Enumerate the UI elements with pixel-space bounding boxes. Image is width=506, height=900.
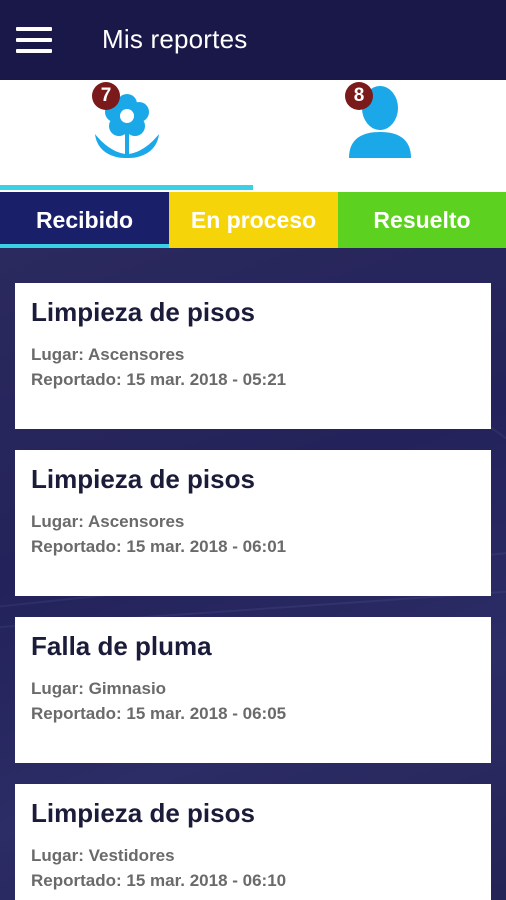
tab-en-proceso[interactable]: En proceso: [169, 192, 338, 248]
list-item[interactable]: Limpieza de pisos Lugar: Vestidores Repo…: [15, 784, 491, 900]
report-title: Limpieza de pisos: [31, 464, 255, 494]
tab-user[interactable]: 8: [253, 80, 506, 192]
menu-icon[interactable]: [16, 27, 52, 53]
notification-badge: 8: [345, 82, 373, 110]
report-date: Reportado: 15 mar. 2018 - 06:10: [31, 871, 287, 890]
tab-resuelto[interactable]: Resuelto: [338, 192, 506, 248]
report-place: Lugar: Vestidores: [31, 846, 175, 865]
report-date: Reportado: 15 mar. 2018 - 06:05: [31, 704, 287, 723]
report-place: Lugar: Ascensores: [31, 512, 185, 531]
page-title: Mis reportes: [102, 24, 248, 54]
app-bar: Mis reportes: [0, 0, 506, 80]
list-item[interactable]: Falla de pluma Lugar: Gimnasio Reportado…: [15, 617, 491, 763]
list-item[interactable]: Limpieza de pisos Lugar: Ascensores Repo…: [15, 450, 491, 596]
report-title: Limpieza de pisos: [31, 798, 255, 828]
status-tab-bar: Recibido En proceso Resuelto: [0, 192, 506, 248]
tab-recibido[interactable]: Recibido: [0, 192, 169, 248]
tab-indicator: [0, 185, 253, 190]
list-item[interactable]: Limpieza de pisos Lugar: Ascensores Repo…: [15, 283, 491, 429]
report-title: Falla de pluma: [31, 631, 212, 661]
report-place: Lugar: Ascensores: [31, 345, 185, 364]
report-place: Lugar: Gimnasio: [31, 679, 167, 698]
report-date: Reportado: 15 mar. 2018 - 06:01: [31, 537, 287, 556]
report-title: Limpieza de pisos: [31, 297, 255, 327]
icon-tab-bar: 7 8: [0, 80, 506, 192]
report-date: Reportado: 15 mar. 2018 - 05:21: [31, 370, 287, 389]
notification-badge: 7: [92, 82, 120, 110]
report-list[interactable]: Limpieza de pisos Lugar: Ascensores Repo…: [0, 248, 506, 900]
tab-flower[interactable]: 7: [0, 80, 253, 192]
